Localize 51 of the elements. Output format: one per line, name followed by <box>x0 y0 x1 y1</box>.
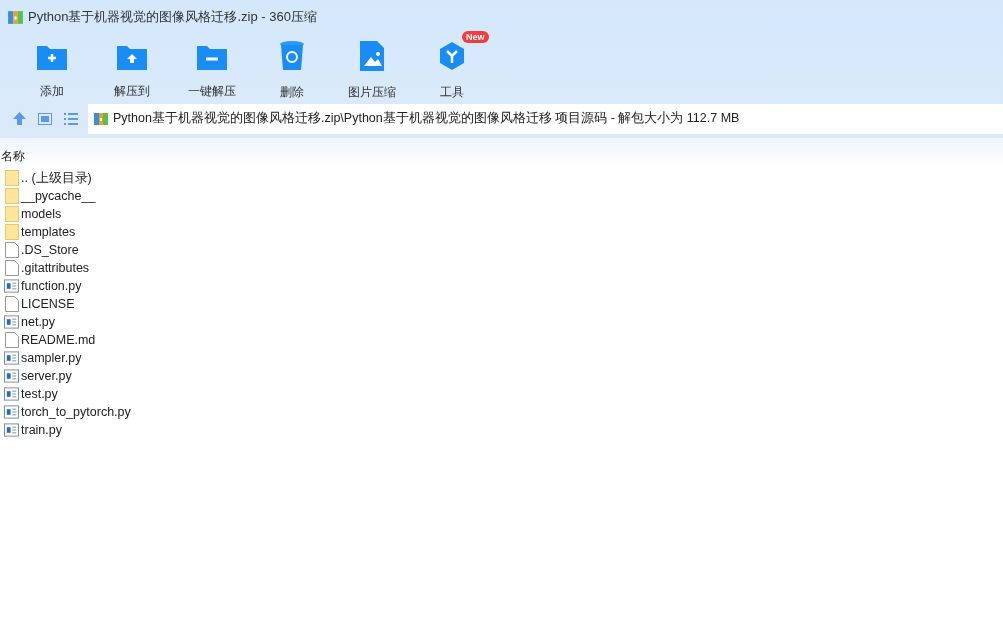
file-row[interactable]: server.py <box>0 367 1003 385</box>
file-row[interactable]: test.py <box>0 385 1003 403</box>
column-header[interactable]: 名称 <box>0 147 25 165</box>
address-path: Python基于机器视觉的图像风格迁移.zip\Python基于机器视觉的图像风格迁移 项目源码 - 解包大小为 112.7 MB <box>113 110 740 128</box>
document-icon <box>4 332 19 348</box>
file-row[interactable]: README.md <box>0 331 1003 349</box>
folder-icon <box>4 170 19 186</box>
file-row[interactable]: net.py <box>0 313 1003 331</box>
file-row[interactable]: .DS_Store <box>0 241 1003 259</box>
image-file-icon <box>359 40 385 72</box>
archive-icon <box>7 8 24 26</box>
up-arrow-icon <box>12 112 26 125</box>
script-file-icon <box>4 315 19 329</box>
document-icon <box>4 260 19 276</box>
script-file-icon <box>4 279 19 293</box>
document-icon <box>4 242 19 258</box>
toolbar-button[interactable]: 图片压缩 <box>332 34 412 100</box>
file-row[interactable]: models <box>0 205 1003 223</box>
file-row[interactable]: LICENSE <box>0 295 1003 313</box>
address-bar[interactable]: Python基于机器视觉的图像风格迁移.zip\Python基于机器视觉的图像风格迁移 项目源码 - 解包大小为 112.7 MB <box>88 103 1003 134</box>
folder-icon <box>4 224 19 240</box>
window-title: Python基于机器视觉的图像风格迁移.zip - 360压缩 <box>28 8 317 27</box>
toolbar-button[interactable]: 添加 <box>12 34 92 100</box>
toolbar-button[interactable]: 解压到 <box>92 34 172 100</box>
file-row[interactable]: train.py <box>0 421 1003 439</box>
archive-icon <box>93 110 109 127</box>
toolbar-button[interactable]: 删除 <box>252 34 332 100</box>
script-file-icon <box>4 423 19 437</box>
file-row[interactable]: function.py <box>0 277 1003 295</box>
document-icon <box>4 296 19 312</box>
file-row[interactable]: .gitattributes <box>0 259 1003 277</box>
file-row[interactable]: templates <box>0 223 1003 241</box>
window-icon <box>38 112 52 125</box>
toolbar-button[interactable]: 一键解压 <box>172 34 252 100</box>
folder-minus-icon <box>196 43 228 71</box>
file-row[interactable]: torch_to_pytorch.py <box>0 403 1003 421</box>
list-icon <box>64 112 78 125</box>
folder-icon <box>4 206 19 222</box>
trash-can-icon <box>279 40 305 72</box>
file-row[interactable]: __pycache__ <box>0 187 1003 205</box>
folder-plus-icon <box>36 43 68 71</box>
script-file-icon <box>4 387 19 401</box>
file-row[interactable]: .. (上级目录) <box>0 169 1003 187</box>
script-file-icon <box>4 351 19 365</box>
toolbar-button[interactable]: 工具 New <box>412 34 492 100</box>
file-row[interactable]: sampler.py <box>0 349 1003 367</box>
script-file-icon <box>4 369 19 383</box>
folder-upload-icon <box>116 43 148 71</box>
script-file-icon <box>4 405 19 419</box>
new-badge: New <box>462 31 489 43</box>
folder-icon <box>4 188 19 204</box>
